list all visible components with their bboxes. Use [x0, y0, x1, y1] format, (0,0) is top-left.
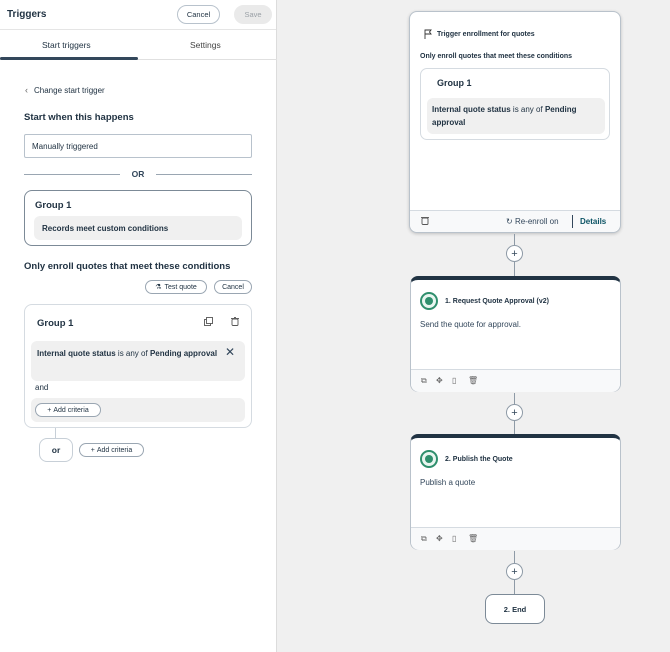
move-icon[interactable]: ✥: [436, 534, 443, 543]
criteria-operator: is any of: [115, 349, 150, 358]
panel-title: Triggers: [7, 9, 47, 20]
add-criteria-row: + Add criteria: [31, 398, 245, 422]
chevron-left-icon: ‹: [25, 85, 28, 95]
trigger-card-header: Trigger enrollment for quotes: [424, 29, 535, 39]
group-title: Group 1: [37, 318, 74, 329]
end-node[interactable]: 2. End: [485, 594, 545, 624]
enroll-cancel-button[interactable]: Cancel: [214, 280, 252, 294]
start-section-title: Start when this happens: [24, 112, 134, 123]
action-card-2[interactable]: 2. Publish the Quote Publish a quote ⧉ ✥…: [410, 434, 621, 550]
panel-header: Triggers Cancel Save: [0, 0, 276, 30]
triggers-panel: Triggers Cancel Save Start triggers Sett…: [0, 0, 277, 652]
clipboard-icon[interactable]: ▯: [452, 534, 456, 543]
enroll-group-card: Group 1 Internal quote status is any of …: [24, 304, 252, 428]
and-label: and: [35, 383, 49, 392]
add-step-button[interactable]: +: [506, 563, 523, 580]
clone-icon[interactable]: [204, 317, 213, 326]
group-title: Group 1: [35, 200, 72, 211]
trash-icon[interactable]: 🗑: [468, 534, 478, 543]
or-divider: OR: [24, 168, 252, 180]
criteria-operator: is any of: [510, 105, 545, 114]
action-footer: ⧉ ✥ ▯ 🗑: [411, 527, 620, 550]
trigger-type-field[interactable]: Manually triggered: [24, 134, 252, 158]
trash-icon[interactable]: 🗑: [468, 376, 478, 385]
action-card-1[interactable]: 1. Request Quote Approval (v2) Send the …: [410, 276, 621, 392]
move-icon[interactable]: ✥: [436, 376, 443, 385]
enroll-section-title: Only enroll quotes that meet these condi…: [24, 261, 231, 272]
trash-icon[interactable]: [231, 317, 239, 326]
trigger-group-card[interactable]: Group 1 Records meet custom conditions: [24, 190, 252, 246]
flag-icon: [424, 29, 432, 39]
tab-bar: Start triggers Settings: [0, 31, 277, 60]
add-criteria-button-2[interactable]: + Add criteria: [79, 443, 144, 457]
trash-icon[interactable]: [421, 216, 429, 225]
trigger-card[interactable]: Trigger enrollment for quotes Only enrol…: [409, 11, 621, 233]
add-step-button[interactable]: +: [506, 404, 523, 421]
cancel-button[interactable]: Cancel: [177, 5, 220, 24]
test-quote-label: Test quote: [164, 283, 197, 291]
active-tab-indicator: [0, 57, 138, 60]
criteria-property: Internal quote status: [37, 349, 116, 358]
flask-icon: ⚗: [155, 284, 162, 291]
criteria-summary: Internal quote status is any of Pending …: [427, 98, 605, 134]
clone-icon[interactable]: ⧉: [421, 534, 427, 544]
add-criteria-label: Add criteria: [96, 446, 133, 454]
group-title: Group 1: [437, 78, 472, 88]
trigger-card-group: Group 1 Internal quote status is any of …: [420, 68, 610, 140]
divider-line: [156, 174, 252, 175]
action-description: Publish a quote: [420, 478, 476, 487]
trigger-card-title: Trigger enrollment for quotes: [437, 30, 535, 38]
change-start-trigger-link[interactable]: ‹ Change start trigger: [25, 85, 105, 95]
refresh-icon: ↻: [506, 217, 513, 226]
reenroll-label: Re-enroll on: [514, 217, 559, 226]
criteria-row[interactable]: Internal quote status is any of Pending …: [31, 341, 245, 381]
action-title: 2. Publish the Quote: [445, 455, 513, 463]
group-criteria[interactable]: Records meet custom conditions: [34, 216, 242, 240]
clipboard-icon[interactable]: ▯: [452, 376, 456, 385]
action-status-icon: [420, 450, 438, 468]
tab-start-triggers[interactable]: Start triggers: [42, 40, 91, 50]
add-step-button[interactable]: +: [506, 245, 523, 262]
trigger-card-footer: ↻ Re-enroll on Details: [410, 210, 620, 232]
criteria-value: Pending approval: [149, 349, 218, 358]
save-button[interactable]: Save: [234, 5, 272, 24]
action-header: 2. Publish the Quote: [420, 450, 513, 468]
action-description: Send the quote for approval.: [420, 320, 521, 329]
reenroll-toggle[interactable]: ↻ Re-enroll on: [506, 217, 559, 226]
add-criteria-button[interactable]: + Add criteria: [35, 403, 101, 417]
change-start-trigger-label: Change start trigger: [34, 85, 105, 95]
connector-line: [55, 428, 56, 438]
action-title: 1. Request Quote Approval (v2): [445, 297, 549, 305]
test-quote-button[interactable]: ⚗ Test quote: [145, 280, 207, 294]
tab-settings[interactable]: Settings: [190, 40, 221, 50]
criteria-property: Internal quote status: [432, 105, 511, 114]
clone-icon[interactable]: ⧉: [421, 376, 427, 386]
add-criteria-label: Add criteria: [53, 406, 89, 414]
action-footer: ⧉ ✥ ▯ 🗑: [411, 369, 620, 392]
close-icon[interactable]: ✕: [225, 346, 235, 359]
action-status-icon: [420, 292, 438, 310]
or-button[interactable]: or: [39, 438, 73, 462]
footer-separator: [572, 215, 573, 228]
trigger-card-subtitle: Only enroll quotes that meet these condi…: [420, 53, 573, 60]
action-header: 1. Request Quote Approval (v2): [420, 292, 549, 310]
details-link[interactable]: Details: [580, 217, 606, 226]
